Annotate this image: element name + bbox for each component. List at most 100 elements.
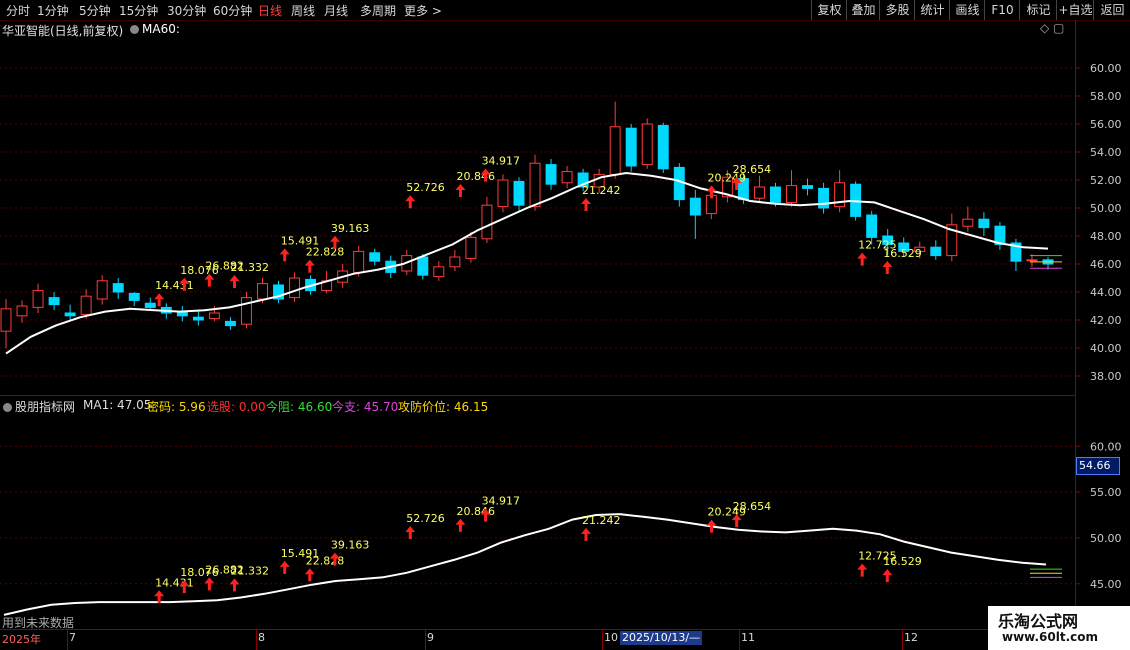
candle-body: [978, 218, 990, 229]
month-divider: [902, 630, 903, 650]
candle-body: [481, 204, 493, 240]
month-tick-10: 10: [604, 631, 618, 644]
signal-arrow-icon: [455, 518, 466, 532]
signal-label: 52.726: [406, 181, 445, 194]
candle-body: [224, 320, 236, 327]
candle-body: [866, 214, 878, 238]
candle-body: [657, 124, 669, 170]
signal-label: 34.917: [482, 495, 520, 508]
ma60-line: [5, 171, 1049, 355]
candle-body: [930, 246, 942, 257]
candle-body: [786, 185, 797, 203]
current-date-label: 2025/10/13/—: [620, 631, 703, 645]
watermark-title: 乐淘公式网: [998, 612, 1079, 631]
candle-body: [144, 302, 156, 308]
indicator-collapse-icon[interactable]: [3, 403, 12, 412]
y-tick-label: 60.00: [1090, 62, 1122, 75]
candle-body: [48, 297, 60, 306]
candle-body: [545, 164, 557, 185]
signal-arrow-icon: [581, 198, 592, 211]
signal-arrow-icon: [857, 563, 868, 577]
signal-arrow-icon: [304, 568, 315, 582]
y-tick-label: 40.00: [1090, 342, 1122, 355]
y-tick-label: 50.00: [1090, 532, 1122, 545]
candle-body: [369, 252, 381, 262]
indicator-name: 股朋指标网: [3, 398, 75, 415]
candle-body: [753, 186, 765, 199]
candle-body: [257, 283, 268, 300]
candle-body: [529, 162, 541, 208]
signal-label: 28.654: [733, 500, 772, 513]
candle-body: [192, 316, 204, 321]
signal-arrow-icon: [405, 195, 416, 209]
candle-body: [770, 186, 781, 203]
candle-body: [0, 308, 12, 332]
month-tick-9: 9: [427, 631, 434, 644]
candle-body: [433, 266, 445, 278]
month-tick-11: 11: [741, 631, 755, 644]
signal-arrow-icon: [279, 248, 290, 262]
candle-body: [353, 250, 365, 273]
indicator-title: 股朋指标网: [15, 400, 76, 414]
month-divider: [67, 630, 68, 650]
candle-body: [208, 312, 220, 320]
candle-body: [240, 297, 252, 325]
signal-label: 16.529: [883, 247, 922, 260]
signal-arrow-icon: [581, 527, 592, 541]
watermark-url: www.60lt.com: [1002, 630, 1099, 644]
indicator-value-0: MA1: 47.05: [83, 398, 152, 412]
y-tick-label: 55.00: [1090, 486, 1122, 499]
candle-body: [497, 179, 509, 208]
signal-label: 16.529: [883, 555, 922, 568]
y-tick-label: 45.00: [1090, 578, 1122, 591]
indicator-value-4: 今支: 45.70: [332, 400, 399, 414]
signal-arrow-icon: [455, 184, 466, 197]
candle-body: [513, 180, 525, 206]
y-tick-label: 50.00: [1090, 202, 1122, 215]
y-tick-label: 56.00: [1090, 118, 1122, 131]
candle-body: [289, 277, 301, 299]
signal-arrow-icon: [405, 526, 416, 540]
candle-body: [561, 171, 573, 184]
month-divider: [739, 630, 740, 650]
y-tick-label: 52.00: [1090, 174, 1122, 187]
candle-body: [80, 295, 92, 315]
y-tick-label: 58.00: [1090, 90, 1122, 103]
current-value-box: 54.66: [1076, 457, 1120, 475]
signal-label: 21.242: [582, 184, 621, 197]
month-tick-12: 12: [904, 631, 918, 644]
indicator-value-3: 今阻: 46.60: [266, 400, 333, 414]
candle-body: [802, 185, 814, 189]
month-divider: [256, 630, 257, 650]
month-divider: [425, 630, 426, 650]
signal-arrow-icon: [304, 259, 315, 273]
kline-chart: 38.00 40.00 42.00 44.00 46.00 48.00 50.00 52.00…: [0, 62, 1122, 616]
candle-body: [417, 256, 429, 276]
future-data-note: 用到未来数据: [2, 616, 75, 630]
signal-label: 39.163: [331, 539, 370, 552]
signal-label: 52.726: [406, 512, 445, 525]
candle-body: [112, 283, 124, 293]
y-tick-label: 46.00: [1090, 258, 1122, 271]
signal-label: 21.332: [230, 564, 269, 577]
candle-body: [689, 197, 701, 216]
candle-body: [465, 236, 477, 259]
indicator-value-1: 密码: 5.96: [147, 400, 206, 414]
signal-label: 34.917: [482, 155, 520, 168]
candle-body: [32, 290, 44, 308]
month-tick-7: 7: [69, 631, 76, 644]
signal-label: 22.828: [306, 246, 345, 259]
candle-body: [609, 126, 621, 175]
y-tick-label: 42.00: [1090, 314, 1122, 327]
candle-body: [96, 280, 108, 300]
signal-label: 14.431: [155, 279, 194, 292]
signal-arrow-icon: [882, 569, 893, 583]
candle-body: [449, 256, 461, 268]
signal-label: 39.163: [331, 222, 370, 235]
signal-label: 22.828: [306, 554, 345, 567]
candle-body: [641, 123, 653, 166]
y-tick-label: 60.00: [1090, 440, 1122, 453]
candle-body: [962, 218, 974, 227]
signal-arrow-icon: [229, 275, 240, 288]
candle-body: [64, 312, 76, 317]
